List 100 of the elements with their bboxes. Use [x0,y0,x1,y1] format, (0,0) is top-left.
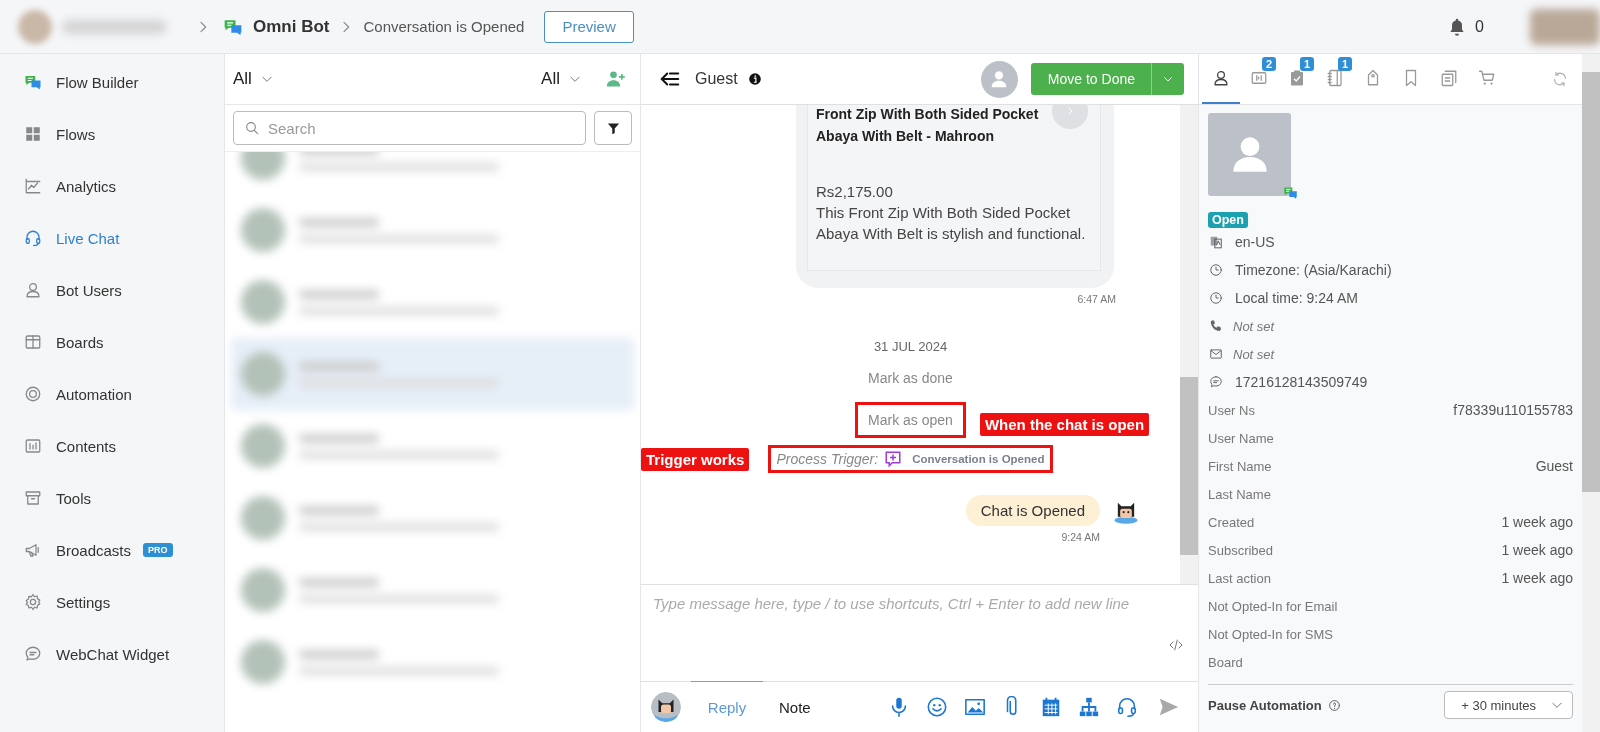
grid-icon [24,125,42,143]
sidebar-item[interactable]: Automation [0,368,224,420]
code-icon[interactable] [1168,637,1184,653]
message-time: 6:47 AM [1077,293,1116,305]
mail-icon [1209,347,1223,361]
status-filter-dropdown[interactable]: All [233,69,274,89]
sidebar-item-label: Automation [56,385,132,403]
annotation-label: Trigger works [641,447,750,471]
chat-bubbles-icon [24,73,42,91]
detail-text: 17216128143509749 [1235,374,1368,390]
clock-icon [1209,263,1223,277]
sidebar-item-label: Bot Users [56,281,122,299]
sitemap-icon[interactable] [1078,696,1100,718]
field-label: Not Opted-In for Email [1208,598,1338,614]
field-label: Last Name [1208,486,1271,502]
cart-icon [1478,69,1496,87]
scrollbar-thumb[interactable] [1180,377,1198,555]
composer-tab[interactable]: Note [763,681,827,732]
calendar-icon[interactable] [1040,696,1062,718]
bot-avatar-icon [651,692,681,722]
count-badge: 2 [1262,57,1277,71]
sidebar-item-label: Analytics [56,177,117,195]
user-icon [24,281,42,299]
sidebar-item-label: Flows [56,125,96,143]
product-description: This Front Zip With Both Sided Pocket Abaya With Belt is stylish and functional. [816,203,1087,244]
headset-icon [24,229,42,247]
sidebar-item-label: Boards [56,333,104,351]
assignee-filter-dropdown[interactable]: All [541,69,582,89]
clipboard-check-icon [1288,69,1306,87]
bot-name[interactable]: Omni Bot [253,16,330,37]
headset-icon[interactable] [1116,696,1138,718]
field-label: User Name [1208,430,1274,446]
page-title: Conversation is Opened [363,18,525,35]
product-title: Front Zip With Both Sided Pocket Abaya With Belt - Mahroon [816,105,1040,146]
field-value: Guest [1535,458,1573,474]
search-icon [244,120,260,136]
add-user-icon[interactable] [606,69,626,89]
sidebar-item-label: Settings [56,593,111,611]
user-avatar-placeholder[interactable] [1530,8,1600,45]
chat-bubble-icon [24,645,42,663]
field-value: 1 week ago [1501,570,1573,586]
duration-dropdown[interactable]: + 30 minutes [1444,691,1573,719]
conversation-item[interactable] [231,338,634,410]
count-badge: 1 [1300,57,1315,71]
field-value: 1 week ago [1501,514,1573,530]
sidebar-item-label: Contents [56,437,117,455]
detail-text: Timezone: (Asia/Karachi) [1235,262,1392,278]
product-price: Rs2,175.00 [816,183,894,200]
send-icon[interactable] [1158,696,1180,718]
trigger-label: Process Trigger: [776,451,879,467]
settings-icon [24,593,42,611]
sidebar-item[interactable]: Boards [0,316,224,368]
annotation-label: When the chat is open [979,413,1150,436]
sidebar-item[interactable]: Settings [0,576,224,628]
sidebar-item[interactable]: WebChat Widget [0,628,224,680]
scrollbar-thumb[interactable] [1582,72,1600,492]
translate-icon [1209,235,1223,249]
status-event: Mark as open [855,402,966,438]
sidebar-item[interactable]: Analytics [0,160,224,212]
pause-automation-label: Pause Automation [1208,697,1322,713]
info-icon[interactable] [747,72,762,86]
chart-icon [24,177,42,195]
field-value: 1 week ago [1501,542,1573,558]
detail-text: en-US [1235,234,1275,250]
pro-badge: PRO [143,543,173,557]
archive-icon [24,489,42,507]
sidebar-item-label: WebChat Widget [56,645,170,663]
field-label: Subscribed [1208,542,1274,558]
field-value: f78339u110155783 [1453,402,1573,418]
detail-text: Local time: 9:24 AM [1235,290,1358,306]
sidebar-item[interactable]: Live Chat [0,212,224,264]
help-icon [1327,698,1341,712]
field-label: Board [1208,654,1243,670]
contact-name: Guest [695,70,738,88]
sidebar-item[interactable]: Bot Users [0,264,224,316]
filter-button[interactable] [594,111,632,145]
agent-avatar[interactable] [980,60,1018,98]
sidebar-item[interactable]: Flows [0,108,224,160]
sidebar-item[interactable]: Contents [0,420,224,472]
chat-bubble-icon [1209,375,1223,389]
sidebar-item-label: Broadcasts [56,541,132,559]
trigger-name: Conversation is Opened [912,453,1045,465]
clock-icon [1209,291,1223,305]
detail-text: Not set [1233,318,1275,334]
sidebar-item[interactable]: Broadcasts PRO [0,524,224,576]
sidebar-item[interactable]: Tools [0,472,224,524]
notebook-icon [1326,69,1344,87]
chat-plus-icon [884,450,903,468]
image-icon[interactable] [964,696,986,718]
sidebar-item[interactable]: Flow Builder [0,56,224,108]
sidebar-item-label: Tools [56,489,92,507]
detail-text: Not set [1233,346,1275,362]
search-field[interactable]: Search [233,111,586,145]
preview-button[interactable]: Preview [544,10,634,43]
refresh-icon[interactable] [1552,71,1568,87]
notification-count: 0 [1475,17,1484,36]
megaphone-icon [24,541,42,559]
emoji-icon[interactable] [926,696,948,718]
field-label: First Name [1208,458,1272,474]
message-time: 9:24 AM [1061,531,1100,543]
